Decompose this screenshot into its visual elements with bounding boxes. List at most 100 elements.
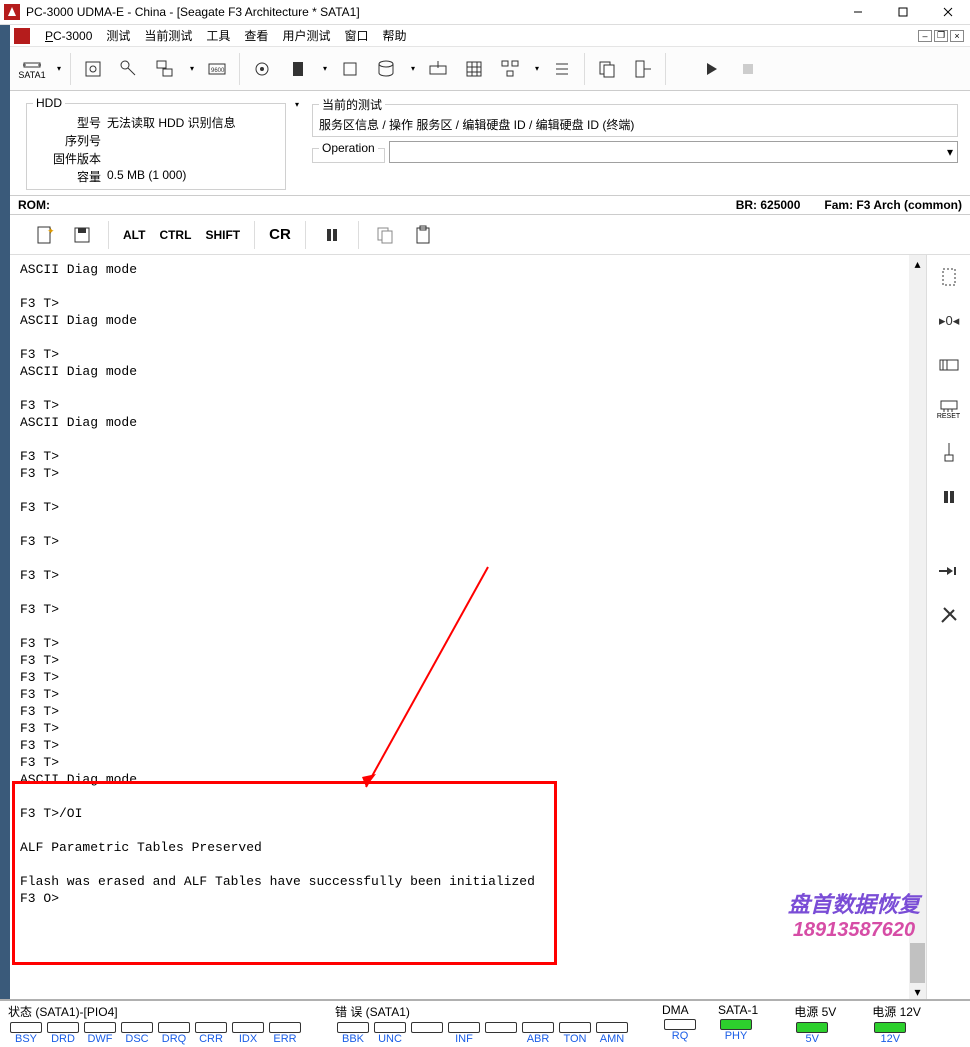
led-label: 5V <box>806 1033 819 1045</box>
mdi-minimize-button[interactable]: – <box>918 30 932 42</box>
menu-logo-icon <box>14 28 30 44</box>
flow-button[interactable] <box>494 52 526 86</box>
cr-button[interactable]: CR <box>265 226 295 243</box>
led-indicator <box>47 1022 79 1033</box>
sata-port-button[interactable]: SATA1 <box>16 52 48 86</box>
scrollbar[interactable]: ▴ ▾ <box>909 255 926 1000</box>
gear-button[interactable] <box>246 52 278 86</box>
terminal-output[interactable]: ASCII Diag mode F3 T> ASCII Diag mode F3… <box>10 255 909 1000</box>
led-indicator <box>10 1022 42 1033</box>
pause-icon <box>325 228 339 242</box>
probe-button[interactable] <box>934 439 964 467</box>
menu-current-test[interactable]: 当前测试 <box>137 25 199 46</box>
write-button[interactable] <box>422 52 454 86</box>
operation-select[interactable]: ▾ <box>389 141 958 163</box>
dropdown-icon-2[interactable]: ▾ <box>320 62 330 76</box>
reset-button[interactable]: RESET <box>934 395 964 423</box>
list-button[interactable] <box>546 52 578 86</box>
scroll-down-icon[interactable]: ▾ <box>909 983 926 1000</box>
current-test-legend: 当前的测试 <box>319 96 385 113</box>
led-label: INF <box>455 1033 473 1045</box>
chip-button[interactable] <box>282 52 314 86</box>
led-item: RQ <box>662 1019 698 1042</box>
led-indicator <box>720 1019 752 1030</box>
copy-term-button[interactable] <box>369 218 401 252</box>
shift-key-button[interactable]: SHIFT <box>201 228 244 242</box>
led-label: DSC <box>125 1033 148 1045</box>
dropdown-icon-4[interactable]: ▾ <box>532 62 542 76</box>
led-item: UNC <box>372 1022 408 1045</box>
hdd-button[interactable] <box>334 52 366 86</box>
paste-button[interactable] <box>407 218 439 252</box>
rom-label: ROM: <box>18 198 50 212</box>
ctrl-key-button[interactable]: CTRL <box>155 228 195 242</box>
led-item <box>409 1022 445 1045</box>
led-item: 5V <box>794 1022 830 1045</box>
menu-help[interactable]: 帮助 <box>375 25 413 46</box>
grid-button[interactable] <box>458 52 490 86</box>
led-indicator <box>796 1022 828 1033</box>
lba-icon: 9600 <box>206 58 228 80</box>
chip-icon <box>287 58 309 80</box>
pause-button[interactable] <box>316 218 348 252</box>
close-button[interactable] <box>925 0 970 25</box>
plug-button[interactable] <box>934 557 964 585</box>
maximize-button[interactable] <box>880 0 925 25</box>
dropdown-icon[interactable]: ▾ <box>187 62 197 76</box>
play-icon <box>705 62 719 76</box>
hdd-dropdown-icon[interactable]: ▾ <box>292 97 302 111</box>
stop-button[interactable] <box>732 52 764 86</box>
menu-window[interactable]: 窗口 <box>337 25 375 46</box>
led-indicator <box>195 1022 227 1033</box>
led-label: DRD <box>51 1033 75 1045</box>
menu-view[interactable]: 查看 <box>237 25 275 46</box>
tools-button[interactable] <box>934 601 964 629</box>
minimize-button[interactable] <box>835 0 880 25</box>
led-indicator <box>448 1022 480 1033</box>
gear-icon <box>251 58 273 80</box>
menu-user-test[interactable]: 用户测试 <box>275 25 337 46</box>
sata-dropdown-icon[interactable]: ▾ <box>54 62 64 76</box>
util-button[interactable] <box>77 52 109 86</box>
play-button[interactable] <box>696 52 728 86</box>
mdi-restore-button[interactable]: ❐ <box>934 30 948 42</box>
menu-test[interactable]: 测试 <box>99 25 137 46</box>
led-indicator <box>874 1022 906 1033</box>
status-sata-header: 状态 (SATA1)-[PIO4] <box>8 1003 303 1020</box>
model-label: 型号 <box>33 114 101 131</box>
led-item: IDX <box>230 1022 266 1045</box>
output-button[interactable]: ▸0◂ <box>934 307 964 335</box>
exit-button[interactable] <box>627 52 659 86</box>
led-label: BSY <box>15 1033 37 1045</box>
svg-text:9600: 9600 <box>211 68 225 74</box>
write-icon <box>427 58 449 80</box>
led-label: DWF <box>87 1033 112 1045</box>
status-bar: 状态 (SATA1)-[PIO4] BSYDRDDWFDSCDRQCRRIDXE… <box>0 999 970 1047</box>
menu-tools[interactable]: 工具 <box>199 25 237 46</box>
scroll-up-icon[interactable]: ▴ <box>909 255 926 272</box>
led-indicator <box>596 1022 628 1033</box>
led-item: DSC <box>119 1022 155 1045</box>
save-button[interactable] <box>66 218 98 252</box>
copy-button[interactable] <box>591 52 623 86</box>
alt-key-button[interactable]: ALT <box>119 228 149 242</box>
new-script-button[interactable]: ✦ <box>28 218 60 252</box>
db-button[interactable] <box>370 52 402 86</box>
titlebar: PC-3000 UDMA-E - China - [Seagate F3 Arc… <box>0 0 970 25</box>
key-button[interactable] <box>113 52 145 86</box>
status-error-header: 错 误 (SATA1) <box>335 1003 630 1020</box>
explorer-button[interactable] <box>149 52 181 86</box>
pause2-button[interactable] <box>934 483 964 511</box>
copy-icon <box>596 58 618 80</box>
svg-text:▸0◂: ▸0◂ <box>939 313 960 328</box>
status-power12-group: 电源 12V 12V <box>872 1003 921 1045</box>
led-label: PHY <box>725 1030 748 1042</box>
led-label: RQ <box>672 1030 689 1042</box>
scrollbar-thumb[interactable] <box>910 943 925 983</box>
mdi-close-button[interactable]: × <box>950 30 964 42</box>
chip-tool-button[interactable] <box>934 263 964 291</box>
dropdown-icon-3[interactable]: ▾ <box>408 62 418 76</box>
lba-button[interactable]: 9600 <box>201 52 233 86</box>
memory-button[interactable] <box>934 351 964 379</box>
menu-pc3000[interactable]: PC-3000 <box>38 27 99 45</box>
